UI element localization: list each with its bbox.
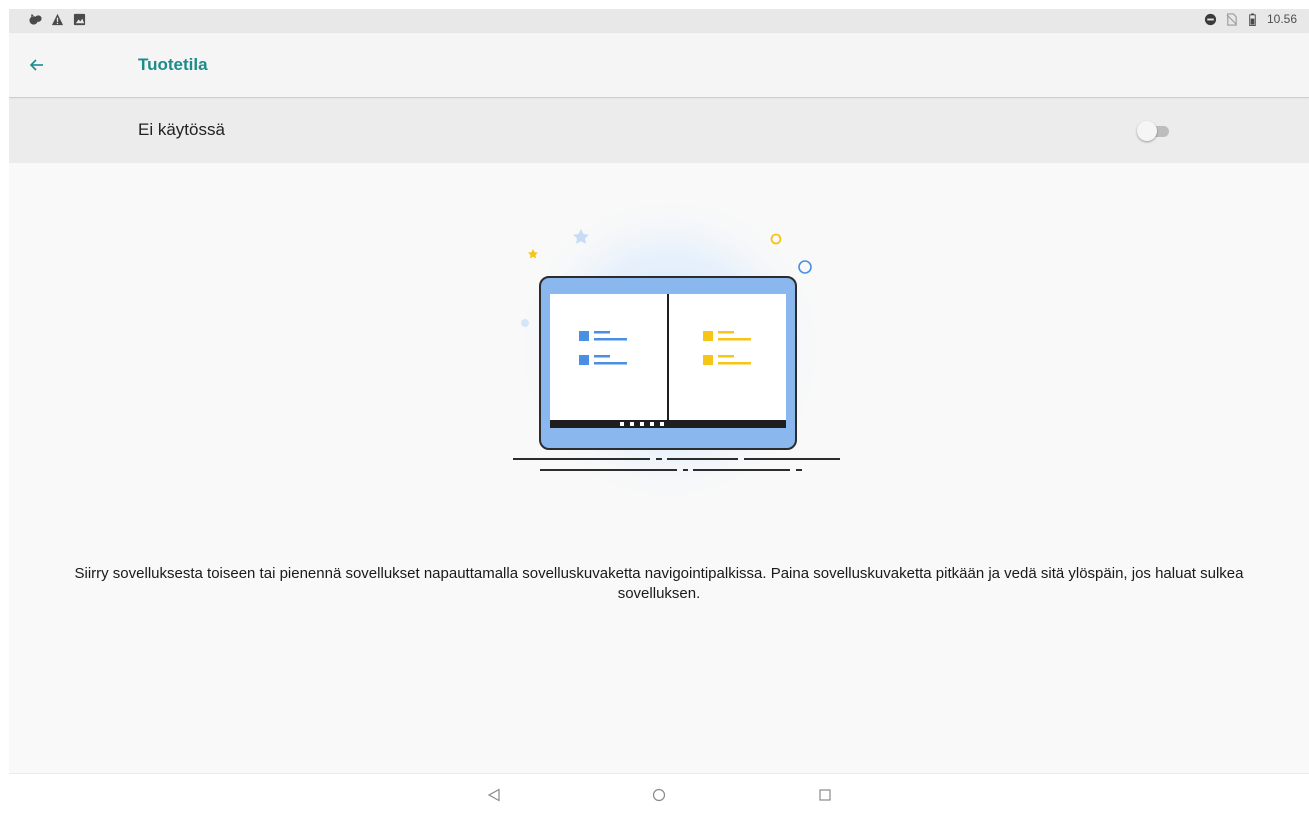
square-recents-icon [819, 789, 831, 801]
nav-home-button[interactable] [648, 784, 670, 806]
nav-recents-button[interactable] [814, 784, 836, 806]
screen: 10.56 Tuotetila Ei käytössä Siirry sovel… [9, 9, 1309, 814]
page-title: Tuotetila [138, 55, 208, 74]
do-not-disturb-icon [1204, 13, 1217, 25]
product-mode-toggle-row[interactable]: Ei käytössä [9, 99, 1309, 163]
app-bar: Tuotetila [9, 33, 1309, 98]
battery-icon [1249, 12, 1256, 26]
split-screen-illustration [510, 189, 840, 509]
no-sim-icon [1226, 12, 1237, 26]
star-small-yellow-icon [528, 249, 538, 259]
status-bar-notifications [29, 13, 86, 26]
arrow-left-icon [29, 59, 43, 71]
toggle-label: Ei käytössä [138, 120, 225, 139]
description-text: Siirry sovelluksesta toiseen tai pienenn… [74, 565, 1244, 602]
tablet-nav-strip [550, 420, 786, 428]
navigation-bar [9, 773, 1309, 814]
circle-home-icon [652, 788, 666, 802]
status-bar-system: 10.56 [1204, 12, 1297, 26]
cat-notification-icon [29, 13, 42, 25]
triangle-back-icon [487, 788, 500, 802]
nav-back-button[interactable] [483, 784, 505, 806]
image-notification-icon [73, 13, 86, 26]
warning-icon [51, 13, 64, 26]
switch-thumb [1137, 121, 1157, 141]
dot-light-blue-icon [521, 319, 529, 327]
status-bar: 10.56 [9, 9, 1309, 33]
back-button[interactable] [23, 51, 51, 79]
product-mode-switch[interactable] [1137, 121, 1173, 141]
status-time: 10.56 [1266, 12, 1297, 26]
